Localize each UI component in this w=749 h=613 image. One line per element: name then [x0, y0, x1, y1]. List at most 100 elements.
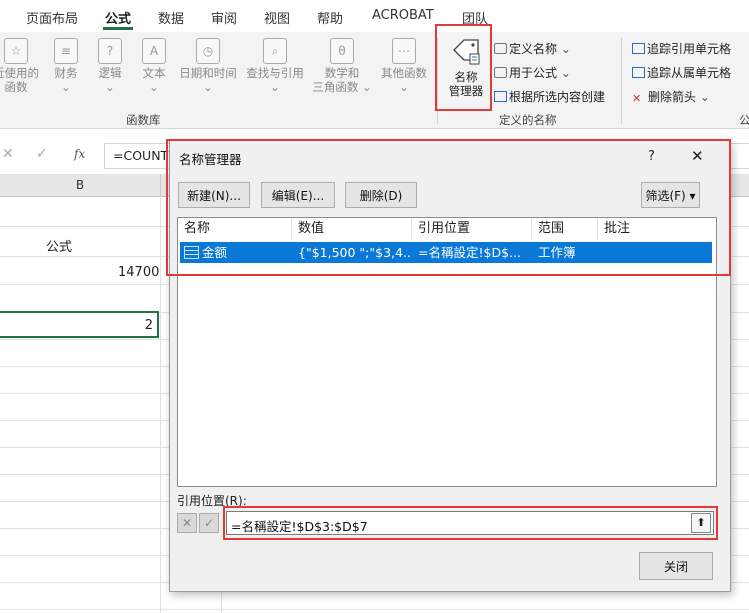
logical-label: 逻辑	[98, 66, 122, 80]
text-label: 文本	[142, 66, 166, 80]
tab-page-layout[interactable]: 页面布局	[26, 8, 78, 27]
logical-button[interactable]: ? 逻辑 ⌄	[92, 38, 128, 94]
remove-arrows-label: 删除箭头	[648, 90, 697, 104]
trace-dependents-button[interactable]: 追踪从属单元格	[632, 64, 731, 81]
column-value[interactable]: 数值	[292, 218, 412, 240]
math-trig-label: 数学和	[324, 66, 360, 80]
name-manager-dialog: 名称管理器 ? ✕ 新建(N)... 编辑(E)... 删除(D) 筛选(F) …	[169, 140, 731, 592]
ribbon: ☆ 近使用的 函数 ≡ 财务⌄ ? 逻辑⌄ A 文本⌄ ◷ 日期和时间⌄ ⌕ 查…	[0, 32, 749, 129]
recently-used-label2: 函数	[4, 80, 28, 94]
column-name[interactable]: 名称	[178, 218, 292, 240]
trace-dependents-label: 追踪从属单元格	[647, 66, 732, 80]
question-icon: ?	[98, 38, 122, 64]
tab-team[interactable]: 团队	[462, 8, 488, 27]
filter-button[interactable]: 筛选(F) ▾	[641, 182, 700, 208]
cancel-entry-icon[interactable]: ✕	[2, 146, 14, 162]
ribbon-tabs: 页面布局 公式 数据 审阅 视图 帮助 ACROBAT 团队	[0, 0, 749, 32]
help-button[interactable]: ?	[648, 149, 655, 164]
row-value: {"$1,500 ";"$3,4...	[298, 245, 410, 260]
remove-arrows-icon: ✕	[632, 92, 642, 105]
confirm-entry-icon[interactable]: ✓	[36, 146, 48, 162]
row-name: 金额	[202, 245, 228, 260]
row-scope: 工作簿	[538, 245, 576, 260]
more-icon: ⋯	[392, 38, 416, 64]
tab-review[interactable]: 审阅	[211, 8, 237, 27]
trace-precedents-icon	[632, 43, 645, 54]
cell-value-14700[interactable]: 14700	[118, 265, 159, 280]
group-separator	[437, 38, 438, 124]
name-manager-label2: 管理器	[448, 84, 484, 98]
define-name-label: 定义名称	[509, 42, 558, 56]
recently-used-label: 近使用的	[0, 66, 39, 80]
trace-precedents-button[interactable]: 追踪引用单元格	[632, 40, 731, 57]
more-functions-label: 其他函数	[381, 66, 427, 80]
row-comment	[604, 242, 704, 263]
use-in-formula-label: 用于公式	[509, 66, 558, 80]
names-list[interactable]: 名称 数值 引用位置 范围 批注 金额 {"$1,500 ";"$3,4... …	[177, 217, 717, 487]
formula-auditing-group-label: 公	[739, 113, 749, 127]
table-grid-icon	[184, 246, 199, 259]
group-separator	[621, 38, 622, 124]
clock-icon: ◷	[196, 38, 220, 64]
column-refers-to[interactable]: 引用位置	[412, 218, 532, 240]
row-refers-to: =名稱設定!$D$...	[418, 245, 521, 260]
delete-button[interactable]: 删除(D)	[345, 182, 417, 208]
recently-used-button[interactable]: ☆ 近使用的 函数	[0, 38, 42, 94]
insert-function-icon[interactable]: fx	[74, 147, 85, 161]
close-icon[interactable]: ✕	[691, 147, 704, 165]
refers-to-label: 引用位置(R):	[177, 494, 247, 508]
date-time-button[interactable]: ◷ 日期和时间 ⌄	[176, 38, 240, 94]
active-tab-indicator	[103, 27, 133, 30]
theta-icon: θ	[330, 38, 354, 64]
edit-button[interactable]: 编辑(E)...	[261, 182, 335, 208]
tab-data[interactable]: 数据	[158, 8, 184, 27]
refers-to-value: =名稱設定!$D$3:$D$7	[231, 519, 368, 534]
use-in-formula-button[interactable]: 用于公式 ⌄	[494, 64, 571, 81]
magnifier-icon: ⌕	[263, 38, 287, 64]
defined-names-group-label: 定义的名称	[499, 113, 557, 127]
new-button[interactable]: 新建(N)...	[178, 182, 250, 208]
tab-acrobat[interactable]: ACROBAT	[372, 8, 434, 23]
cell-value-2: 2	[144, 318, 153, 333]
create-from-selection-label: 根据所选内容创建	[509, 90, 606, 104]
grid-tag-icon	[494, 91, 507, 102]
text-a-icon: A	[142, 38, 166, 64]
formula-content: =COUNT	[113, 148, 169, 163]
tab-formulas[interactable]: 公式	[105, 8, 131, 27]
more-functions-button[interactable]: ⋯ 其他函数 ⌄	[377, 38, 431, 94]
remove-arrows-button[interactable]: ✕ 删除箭头 ⌄	[632, 88, 710, 105]
function-library-group-label: 函数库	[126, 113, 161, 127]
header-cell-formula[interactable]: 公式	[46, 236, 72, 255]
trace-dependents-icon	[632, 67, 645, 78]
name-manager-label: 名称	[454, 70, 478, 84]
list-item[interactable]: 金额 {"$1,500 ";"$3,4... =名稱設定!$D$... 工作簿	[180, 242, 712, 263]
tag-icon	[494, 43, 507, 54]
name-manager-button[interactable]: 名称 管理器	[443, 36, 489, 98]
name-tag-icon	[453, 39, 480, 65]
financial-label: 财务	[54, 66, 78, 80]
lookup-reference-button[interactable]: ⌕ 查找与引用 ⌄	[243, 38, 307, 94]
text-button[interactable]: A 文本 ⌄	[136, 38, 172, 94]
column-comment[interactable]: 批注	[598, 218, 716, 240]
lookup-reference-label: 查找与引用	[246, 66, 304, 80]
define-name-button[interactable]: 定义名称 ⌄	[494, 40, 571, 57]
refers-to-input[interactable]: =名稱設定!$D$3:$D$7 ⬆	[226, 511, 714, 535]
formula-tag-icon	[494, 67, 507, 78]
tab-view[interactable]: 视图	[264, 8, 290, 27]
math-trig-label2: 三角函数	[312, 80, 359, 94]
math-trig-button[interactable]: θ 数学和 三角函数 ⌄	[310, 38, 374, 94]
create-from-selection-button[interactable]: 根据所选内容创建	[494, 88, 605, 105]
selected-cell[interactable]: 2	[0, 311, 159, 338]
close-button[interactable]: 关闭	[639, 552, 713, 580]
tab-help[interactable]: 帮助	[317, 8, 343, 27]
star-icon: ☆	[4, 38, 28, 64]
cancel-edit-icon[interactable]: ✕	[177, 513, 197, 533]
collapse-dialog-icon[interactable]: ⬆	[691, 513, 711, 533]
dialog-title: 名称管理器	[179, 152, 242, 167]
financial-button[interactable]: ≡ 财务 ⌄	[48, 38, 84, 94]
column-header-b[interactable]: B	[0, 174, 161, 197]
confirm-edit-icon[interactable]: ✓	[199, 513, 219, 533]
trace-precedents-label: 追踪引用单元格	[647, 42, 732, 56]
column-scope[interactable]: 范围	[532, 218, 598, 240]
database-icon: ≡	[54, 38, 78, 64]
